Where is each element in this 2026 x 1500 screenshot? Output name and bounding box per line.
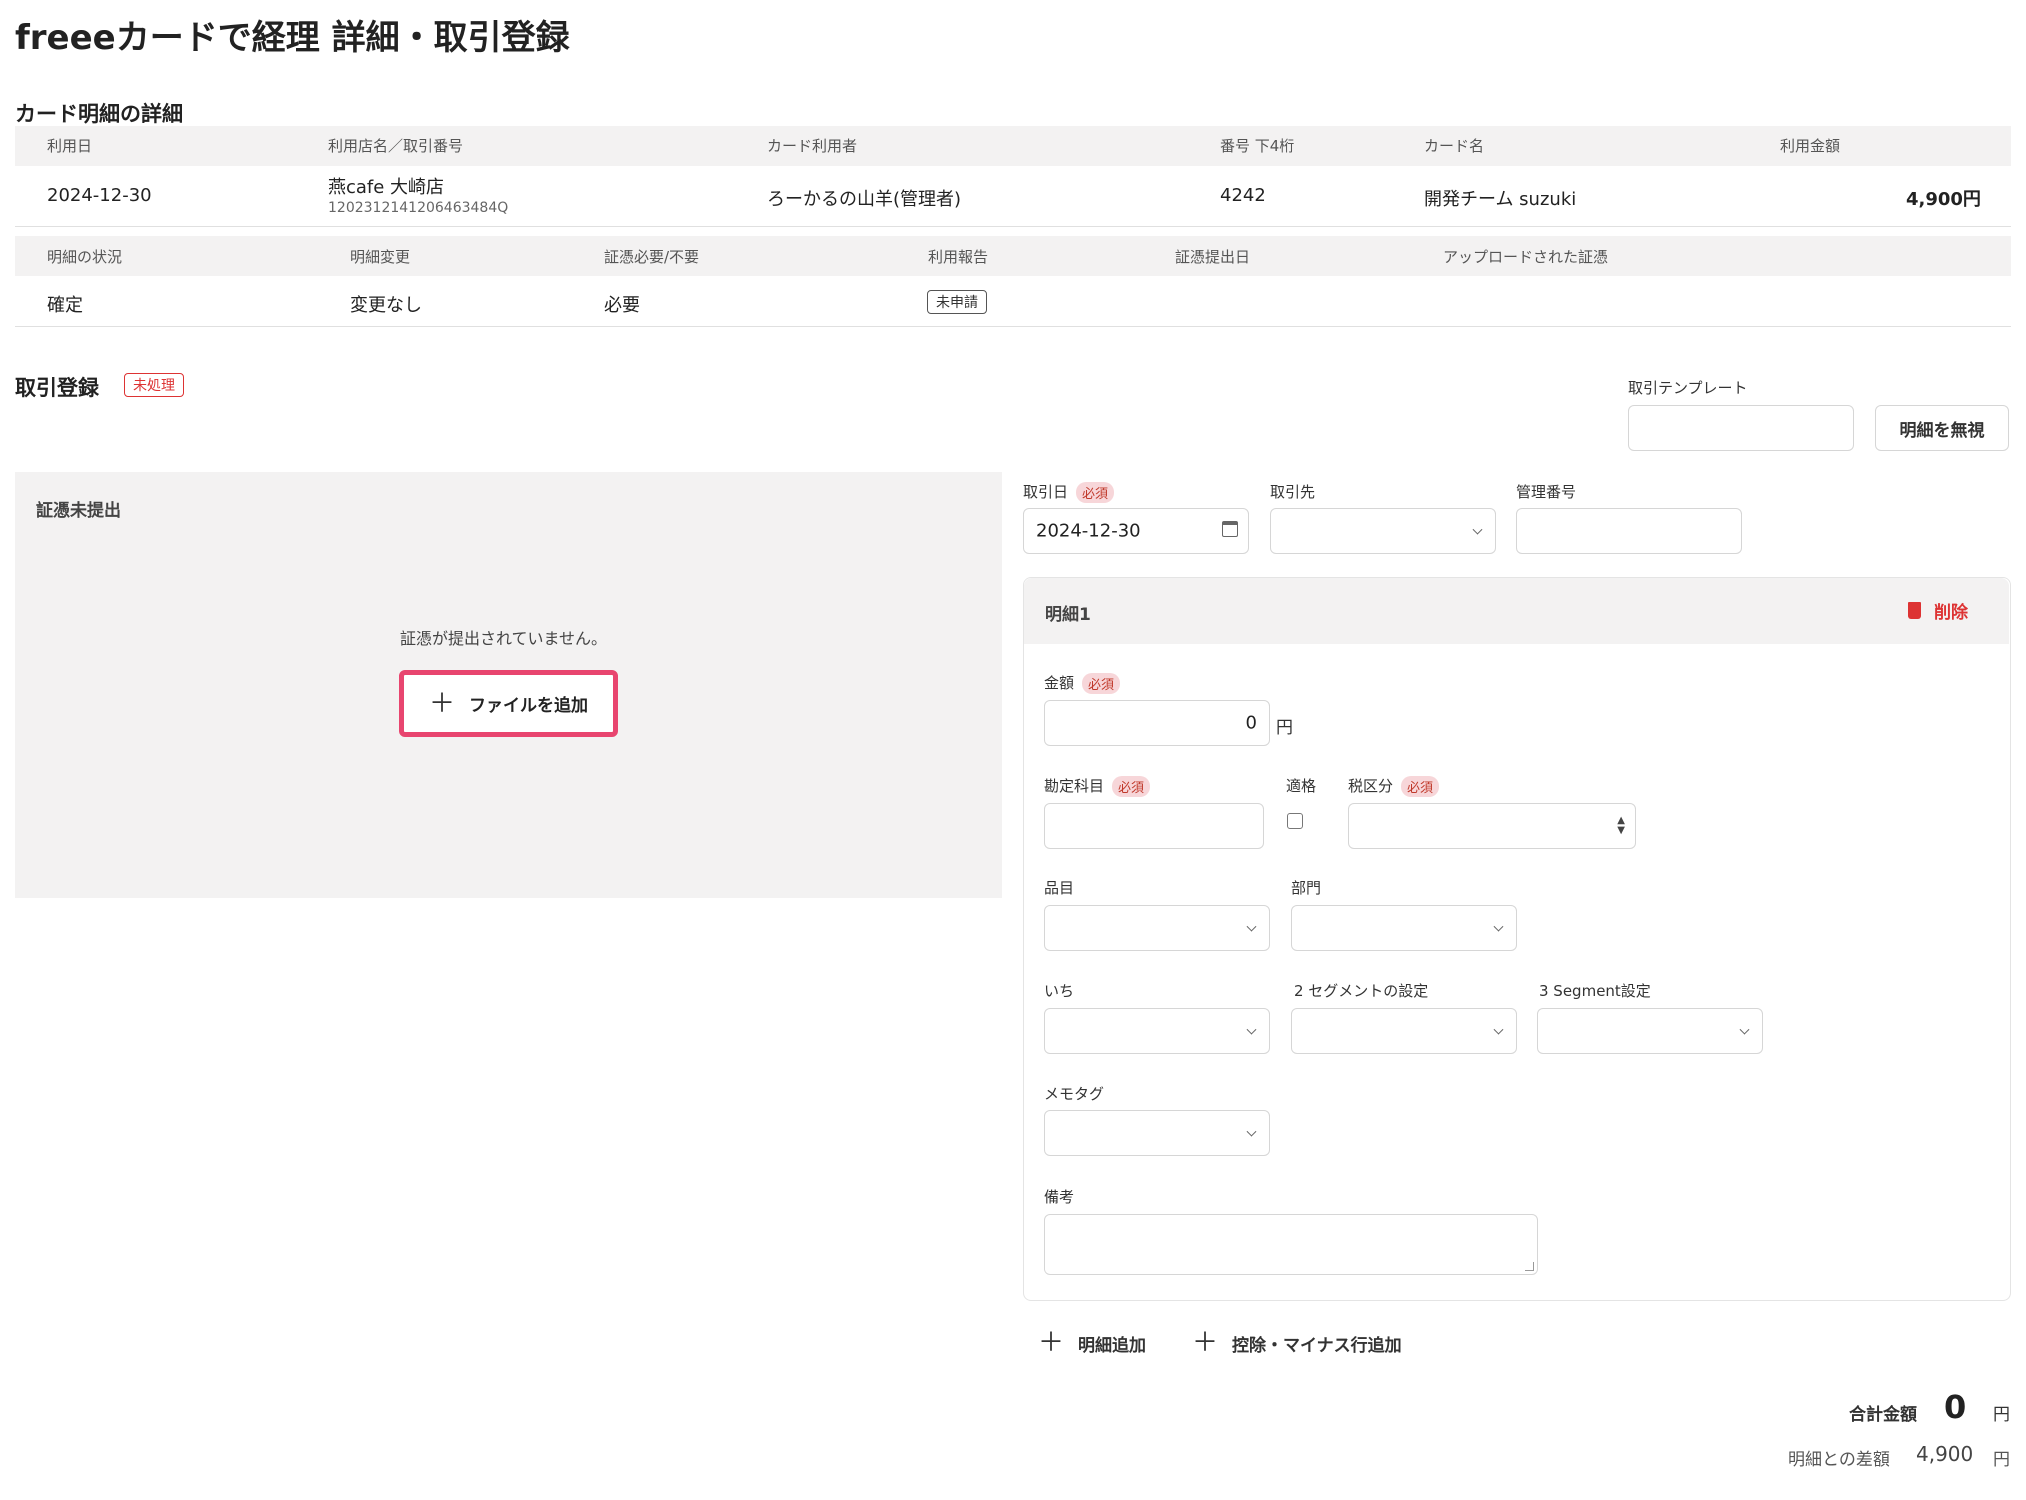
chevron-down-icon (1493, 921, 1504, 932)
line-item-header (1024, 578, 2009, 644)
receipt-panel: 証憑未提出 証憑が提出されていません。 ＋ ファイルを追加 (15, 472, 1002, 898)
status-header-row (15, 236, 2011, 276)
partner-select[interactable] (1270, 508, 1496, 554)
plus-icon: ＋ (1038, 1328, 1065, 1358)
chevron-down-icon (1246, 1024, 1257, 1035)
diff-label: 明細との差額 (1788, 1450, 1890, 1470)
card-detail-section-title: カード明細の詳細 (15, 102, 183, 126)
partner-label: 取引先 (1270, 483, 1316, 501)
resize-handle-icon[interactable] (1525, 1262, 1534, 1271)
item-select[interactable] (1044, 905, 1270, 951)
template-label: 取引テンプレート (1628, 379, 1748, 397)
chevron-down-icon (1246, 921, 1257, 932)
row-card-user: ろーかるの山羊(管理者) (767, 189, 962, 210)
delete-line-button[interactable]: 削除 (1908, 598, 1968, 623)
diff-value: 4,900 (1916, 1442, 1974, 1466)
header-date: 利用日 (47, 137, 93, 155)
account-input[interactable] (1044, 803, 1264, 849)
plus-icon: ＋ (428, 688, 455, 719)
required-badge: 必須 (1401, 776, 1440, 797)
registration-section-title: 取引登録 (15, 376, 99, 400)
item-label: 品目 (1044, 879, 1075, 897)
memo-tag-label: メモタグ (1044, 1085, 1105, 1103)
dept-select[interactable] (1291, 905, 1517, 951)
header-uploaded-receipt: アップロードされた証憑 (1443, 248, 1609, 266)
chevron-down-icon (1246, 1126, 1257, 1137)
calendar-icon[interactable] (1222, 521, 1238, 537)
status-value: 確定 (47, 295, 83, 316)
qualified-checkbox[interactable] (1287, 813, 1303, 829)
header-last4: 番号 下4桁 (1220, 137, 1295, 155)
date-input[interactable]: 2024-12-30 (1023, 508, 1249, 554)
card-detail-header-row (15, 126, 2011, 166)
plus-icon: ＋ (1192, 1328, 1219, 1358)
add-line-button[interactable]: ＋明細追加 (1038, 1330, 1146, 1356)
row-divider (15, 226, 2011, 227)
receipt-panel-title: 証憑未提出 (36, 501, 121, 521)
template-input[interactable] (1628, 405, 1854, 451)
row-amount: 4,900円 (1906, 189, 1981, 210)
total-value: 0 (1944, 1388, 1967, 1426)
header-amount: 利用金額 (1780, 137, 1841, 155)
mgmt-no-label: 管理番号 (1516, 483, 1577, 501)
trash-icon (1908, 602, 1921, 619)
select-arrows-icon: ▲ ▼ (1617, 815, 1625, 836)
row-card-name: 開発チーム suzuki (1424, 189, 1577, 210)
receipt-required-value: 必要 (604, 295, 640, 316)
header-receipt-date: 証憑提出日 (1175, 248, 1251, 266)
header-store: 利用店名／取引番号 (328, 137, 464, 155)
diff-unit: 円 (1993, 1450, 2010, 1470)
row-date: 2024-12-30 (47, 185, 152, 206)
tax-label: 税区分 必須 (1348, 775, 1440, 797)
memo-tag-select[interactable] (1044, 1110, 1270, 1156)
add-file-button[interactable]: ＋ ファイルを追加 (399, 670, 618, 737)
header-receipt-required: 証憑必要/不要 (604, 248, 700, 266)
total-unit: 円 (1993, 1405, 2010, 1425)
header-card-name: カード名 (1424, 137, 1485, 155)
mgmt-no-input[interactable] (1516, 508, 1742, 554)
ignore-statement-button[interactable]: 明細を無視 (1875, 405, 2009, 451)
chevron-down-icon (1739, 1024, 1750, 1035)
add-deduction-button[interactable]: ＋控除・マイナス行追加 (1192, 1330, 1402, 1356)
tax-select[interactable]: ▲ ▼ (1348, 803, 1636, 849)
account-label: 勘定科目 必須 (1044, 775, 1151, 797)
segment3-label: 3 Segment設定 (1539, 982, 1651, 1000)
required-badge: 必須 (1112, 776, 1151, 797)
date-label: 取引日 必須 (1023, 481, 1115, 503)
chevron-down-icon (1493, 1024, 1504, 1035)
change-value: 変更なし (350, 295, 422, 316)
header-card-user: カード利用者 (767, 137, 858, 155)
no-receipt-message: 証憑が提出されていません。 (400, 629, 608, 648)
note-textarea[interactable] (1044, 1214, 1538, 1275)
line-item-title: 明細1 (1045, 605, 1091, 625)
chevron-down-icon (1472, 524, 1483, 535)
segment2-select[interactable] (1291, 1008, 1517, 1054)
segment1-select[interactable] (1044, 1008, 1270, 1054)
header-usage-report: 利用報告 (928, 248, 989, 266)
header-change: 明細変更 (350, 248, 411, 266)
amount-unit: 円 (1276, 718, 1293, 738)
qualified-label: 適格 (1286, 777, 1317, 795)
status-row-divider (15, 326, 2011, 327)
page-title: freeeカードで経理 詳細・取引登録 (15, 18, 570, 58)
unprocessed-badge: 未処理 (124, 373, 184, 397)
row-transaction-no: 1202312141206463484Q (328, 200, 509, 216)
usage-report-badge: 未申請 (927, 290, 987, 314)
amount-input[interactable]: 0 (1044, 700, 1270, 746)
segment1-label: いち (1044, 982, 1075, 1000)
row-store: 燕cafe 大崎店 (328, 177, 445, 198)
add-file-label: ファイルを追加 (469, 696, 588, 716)
amount-label: 金額 必須 (1044, 672, 1121, 694)
row-last4: 4242 (1220, 185, 1266, 206)
total-label: 合計金額 (1849, 1405, 1917, 1425)
segment3-select[interactable] (1537, 1008, 1763, 1054)
header-status: 明細の状況 (47, 248, 123, 266)
note-label: 備考 (1044, 1188, 1075, 1206)
segment2-label: 2 セグメントの設定 (1294, 982, 1429, 1000)
required-badge: 必須 (1076, 482, 1115, 503)
required-badge: 必須 (1082, 673, 1121, 694)
dept-label: 部門 (1291, 879, 1322, 897)
